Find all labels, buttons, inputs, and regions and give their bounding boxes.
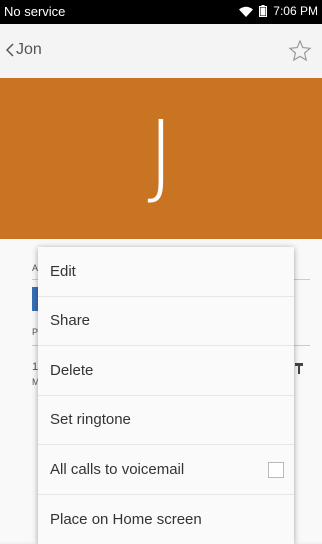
menu-item-share[interactable]: Share: [38, 297, 294, 347]
battery-icon: [259, 5, 267, 17]
contact-name-title: Jon: [16, 41, 42, 59]
overflow-menu: Edit Share Delete Set ringtone All calls…: [38, 247, 294, 544]
wifi-icon: [239, 6, 253, 17]
menu-item-label: Place on Home screen: [50, 511, 202, 528]
menu-item-set-ringtone[interactable]: Set ringtone: [38, 396, 294, 446]
menu-item-label: Share: [50, 312, 90, 329]
menu-item-voicemail[interactable]: All calls to voicemail: [38, 445, 294, 495]
contact-photo-header: J: [0, 78, 322, 239]
menu-item-label: Set ringtone: [50, 411, 131, 428]
back-button[interactable]: Jon: [6, 41, 42, 59]
chevron-left-icon: [6, 43, 14, 57]
status-bar: No service 7:06 PM: [0, 0, 322, 24]
carrier-label: No service: [4, 4, 65, 19]
menu-item-edit[interactable]: Edit: [38, 247, 294, 297]
star-icon[interactable]: [288, 39, 312, 63]
menu-item-delete[interactable]: Delete: [38, 346, 294, 396]
toolbar: Jon: [0, 24, 322, 79]
contact-initial: J: [0, 100, 322, 210]
voicemail-checkbox[interactable]: [268, 462, 284, 478]
status-right: 7:06 PM: [239, 4, 318, 18]
menu-item-label: Edit: [50, 263, 76, 280]
clock: 7:06 PM: [273, 4, 318, 18]
menu-item-label: All calls to voicemail: [50, 461, 184, 478]
menu-item-home-screen[interactable]: Place on Home screen: [38, 495, 294, 544]
menu-item-label: Delete: [50, 362, 93, 379]
message-icon[interactable]: [294, 361, 304, 375]
